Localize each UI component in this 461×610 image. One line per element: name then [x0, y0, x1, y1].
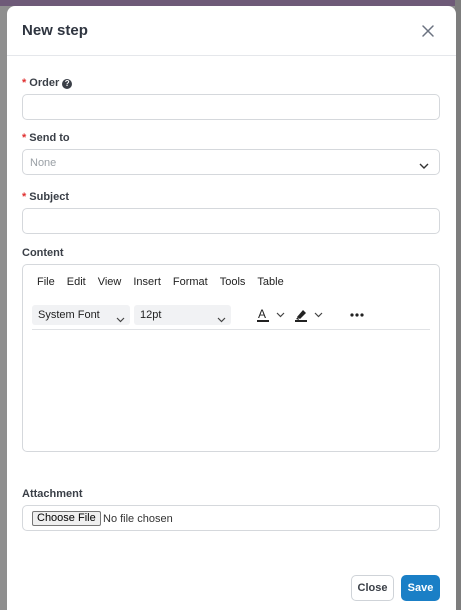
menu-edit[interactable]: Edit [67, 276, 86, 290]
font-family-select[interactable]: System Font [32, 305, 130, 325]
attachment-label: Attachment [22, 488, 83, 500]
choose-file-button[interactable]: Choose File [32, 511, 101, 526]
subject-input[interactable] [22, 208, 440, 234]
required-mark: * [22, 191, 27, 203]
highlight-button[interactable] [293, 305, 327, 325]
menu-view[interactable]: View [98, 276, 122, 290]
chevron-down-icon [419, 158, 429, 169]
menu-file[interactable]: File [37, 276, 55, 290]
menu-table[interactable]: Table [257, 276, 283, 290]
required-mark: * [22, 77, 27, 89]
help-icon[interactable]: ? [62, 79, 73, 89]
editor-menubar: File Edit View Insert Format Tools Table [37, 276, 296, 290]
text-color-icon: A [257, 307, 285, 322]
menu-tools[interactable]: Tools [220, 276, 246, 290]
font-size-select[interactable]: 12pt [134, 305, 231, 325]
font-family-value: System Font [38, 309, 100, 321]
order-label: * Order? [22, 77, 73, 89]
more-button[interactable] [347, 305, 369, 325]
modal-title: New step [22, 22, 88, 39]
svg-text:A: A [258, 307, 266, 321]
subject-label-text: Subject [29, 191, 70, 203]
font-size-value: 12pt [140, 309, 162, 321]
send-to-selected-value: None [30, 157, 57, 169]
close-icon[interactable] [419, 22, 437, 40]
new-step-modal: New step * Order? * Send to None * Subject … [7, 6, 456, 610]
send-to-select[interactable]: None [22, 149, 440, 175]
menu-format[interactable]: Format [173, 276, 208, 290]
required-mark: * [22, 132, 27, 144]
modal-header: New step [7, 6, 456, 56]
order-label-text: Order [29, 77, 60, 89]
close-button[interactable]: Close [351, 575, 394, 601]
send-to-label: * Send to [22, 132, 70, 144]
editor-content-area[interactable] [23, 332, 439, 451]
order-input[interactable] [22, 94, 440, 120]
highlighter-icon [295, 310, 323, 322]
chevron-down-icon [217, 311, 226, 323]
toolbar-divider [32, 329, 430, 330]
content-label: Content [22, 247, 64, 259]
attachment-file-input: Choose File No file chosen [22, 505, 440, 531]
menu-insert[interactable]: Insert [133, 276, 161, 290]
send-to-label-text: Send to [29, 132, 70, 144]
editor-toolbar: System Font 12pt A [23, 303, 439, 331]
save-button[interactable]: Save [401, 575, 440, 601]
chevron-down-icon [116, 311, 125, 323]
file-status-text: No file chosen [103, 513, 173, 525]
text-color-button[interactable]: A [255, 305, 289, 325]
more-icon [350, 313, 364, 317]
rich-text-editor: File Edit View Insert Format Tools Table… [22, 264, 440, 452]
subject-label: * Subject [22, 191, 69, 203]
